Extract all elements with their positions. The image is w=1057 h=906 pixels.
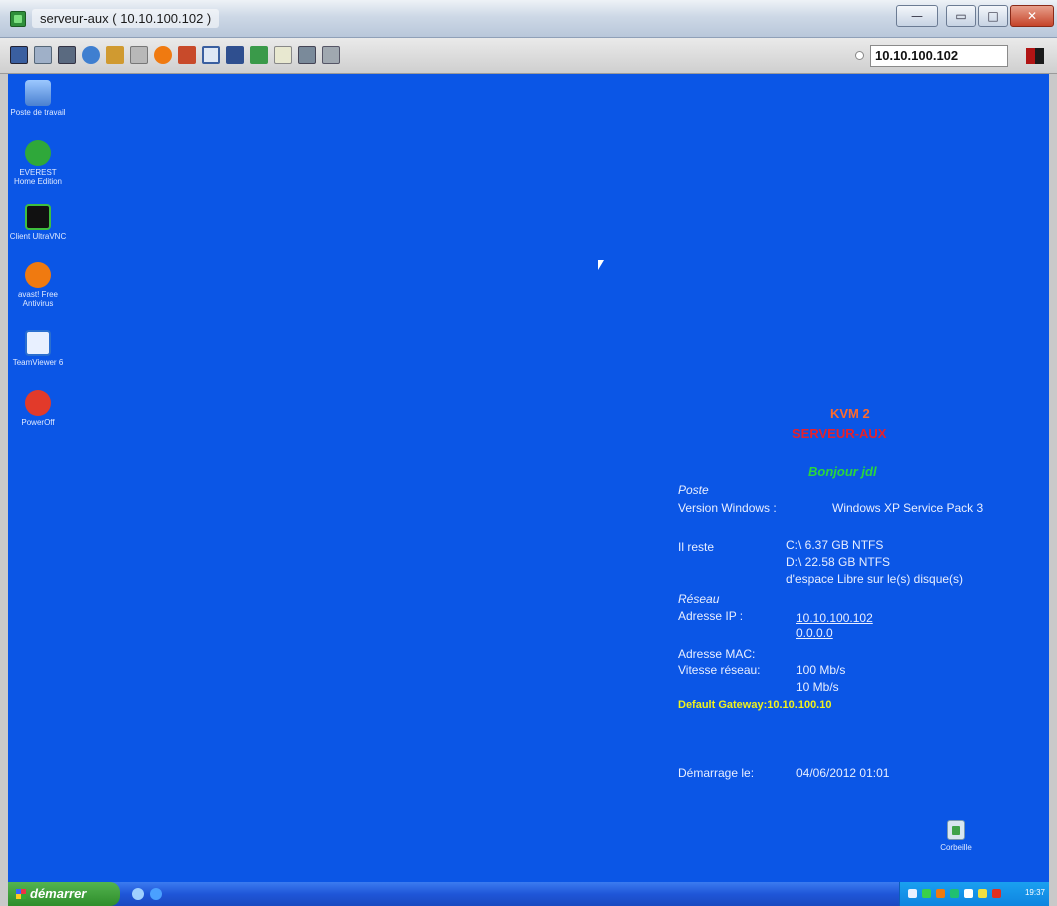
kvm-label: KVM 2	[830, 406, 870, 421]
version-label: Version Windows :	[678, 501, 777, 515]
taskbar: démarrer 19:37	[8, 882, 1049, 906]
ip-radio[interactable]	[855, 51, 864, 60]
everest-icon	[25, 140, 51, 166]
tray-volume-icon[interactable]	[978, 889, 987, 898]
start-button[interactable]: démarrer	[8, 882, 120, 906]
recycle-bin-icon	[947, 820, 965, 840]
fullscreen-icon[interactable]	[202, 46, 220, 64]
tray-language-icon[interactable]	[908, 889, 917, 898]
record-icon[interactable]	[154, 46, 172, 64]
desktop-icon-label: Client UltraVNC	[9, 232, 67, 241]
app-icon	[10, 11, 26, 27]
teamviewer-icon	[25, 330, 51, 356]
mouse-cursor-icon	[598, 260, 604, 270]
quicklaunch-desktop-icon[interactable]	[132, 888, 144, 900]
desktop-icon-label: avast! Free Antivirus	[17, 290, 58, 308]
clock[interactable]: 19:37	[1025, 888, 1045, 897]
desktop-icon-my-computer[interactable]: Poste de travail	[8, 80, 68, 117]
desktop-icon-teamviewer[interactable]: TeamViewer 6	[8, 330, 68, 367]
ip-value-2: 0.0.0.0	[796, 626, 833, 640]
ip-value: 10.10.100.102	[796, 611, 873, 625]
desktop-icon-label: EVEREST Home Edition	[13, 168, 63, 186]
ultravnc-icon	[25, 204, 51, 230]
monitor-icon[interactable]	[10, 46, 28, 64]
tray-network-icon[interactable]	[922, 889, 931, 898]
paint-icon[interactable]	[106, 46, 124, 64]
server-name: SERVEUR-AUX	[792, 426, 887, 441]
boot-label: Démarrage le:	[678, 766, 755, 780]
disk-note: d'espace Libre sur le(s) disque(s)	[786, 572, 964, 586]
remote-desktop: Poste de travail EVEREST Home Edition Cl…	[8, 74, 1049, 882]
document-icon[interactable]	[274, 46, 292, 64]
speed-label: Vitesse réseau:	[678, 663, 761, 677]
kvm-toolbar: 10.10.100.102	[0, 38, 1057, 74]
windows-logo-icon	[16, 889, 26, 899]
start-label: démarrer	[30, 886, 87, 901]
recycle-bin-label: Corbeille	[940, 843, 972, 852]
ip-label: Adresse IP :	[678, 609, 744, 623]
disk-d-value: D:\ 22.58 GB NTFS	[786, 555, 891, 569]
window-title: serveur-aux ( 10.10.100.102 )	[32, 9, 220, 28]
disk-c-value: C:\ 6.37 GB NTFS	[786, 538, 884, 552]
quicklaunch-ie-icon[interactable]	[150, 888, 162, 900]
desktop-icon-label: TeamViewer 6	[12, 358, 64, 367]
folder-icon[interactable]	[130, 46, 148, 64]
screen-icon[interactable]	[226, 46, 244, 64]
desktop-icon-label: PowerOff	[21, 418, 55, 427]
tray-vnc-icon[interactable]	[950, 889, 959, 898]
poste-heading: Poste	[678, 483, 709, 497]
cut-icon[interactable]	[178, 46, 196, 64]
extra-button[interactable]: —	[896, 5, 938, 27]
desktop-icon-poweroff[interactable]: PowerOff	[8, 390, 68, 427]
boot-value: 04/06/2012 01:01	[796, 766, 890, 780]
system-tray: 19:37	[899, 882, 1049, 906]
free-space-label: Il reste	[678, 540, 715, 554]
target-ip-field[interactable]: 10.10.100.102	[870, 45, 1008, 67]
speed-value: 100 Mb/s	[796, 663, 846, 677]
default-gateway: Default Gateway:10.10.100.10	[678, 699, 832, 711]
desktop-icon-ultravnc[interactable]: Client UltraVNC	[8, 204, 68, 241]
desktop-icon-label: Poste de travail	[10, 108, 66, 117]
settings-icon[interactable]	[322, 46, 340, 64]
speed-value-2: 10 Mb/s	[796, 680, 839, 694]
desktop-icon-everest[interactable]: EVEREST Home Edition	[8, 140, 68, 186]
maximize-button[interactable]: □	[978, 5, 1008, 27]
window-frame-right	[1049, 74, 1057, 906]
tray-avast-icon[interactable]	[936, 889, 945, 898]
poweroff-icon	[25, 390, 51, 416]
minimize-button[interactable]: ▭	[946, 5, 976, 27]
my-computer-icon	[25, 80, 51, 106]
mac-label: Adresse MAC:	[678, 647, 756, 661]
tray-security-icon[interactable]	[992, 889, 1001, 898]
image-icon[interactable]	[298, 46, 316, 64]
send-icon[interactable]	[250, 46, 268, 64]
window-frame-left	[0, 74, 8, 906]
reseau-heading: Réseau	[678, 592, 720, 606]
tools-icon[interactable]	[58, 46, 76, 64]
window-titlebar: serveur-aux ( 10.10.100.102 ) — ▭ □ ✕	[0, 0, 1057, 38]
greeting: Bonjour jdl	[808, 464, 877, 479]
avast-icon	[25, 262, 51, 288]
desktop-icon-recycle-bin[interactable]: Corbeille	[936, 820, 976, 852]
close-button[interactable]: ✕	[1010, 5, 1054, 27]
desktop-icon-avast[interactable]: avast! Free Antivirus	[8, 262, 68, 308]
version-value: Windows XP Service Pack 3	[832, 501, 984, 515]
flag-icon[interactable]	[1026, 48, 1044, 64]
refresh-icon[interactable]	[82, 46, 100, 64]
tray-teamviewer-icon[interactable]	[964, 889, 973, 898]
network-icon[interactable]	[34, 46, 52, 64]
